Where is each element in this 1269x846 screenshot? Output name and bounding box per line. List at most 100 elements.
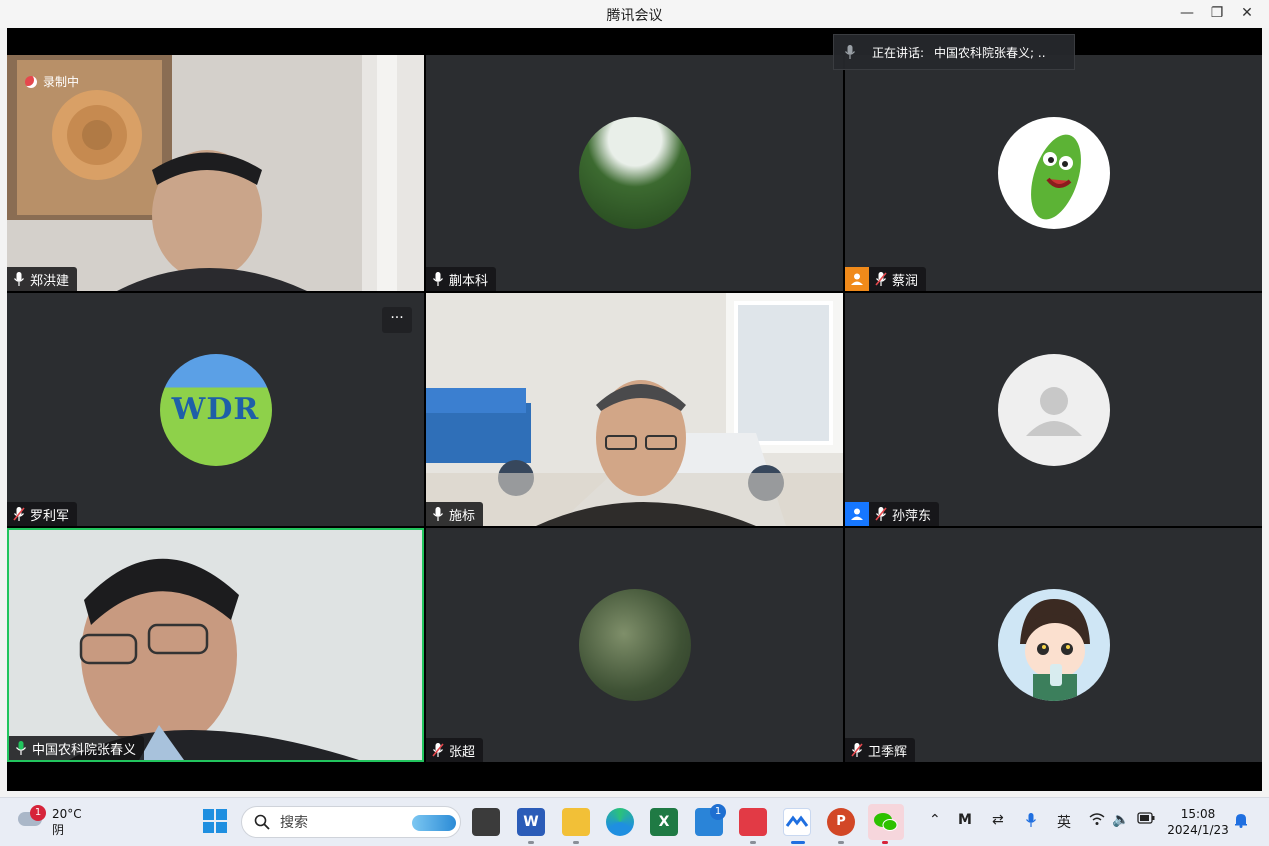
- battery-icon[interactable]: [1137, 812, 1155, 828]
- mic-icon: [844, 45, 856, 59]
- mic-speaking-icon: [15, 741, 27, 755]
- participant-name: 蒯本科: [449, 273, 489, 289]
- cucumber-icon: [1030, 134, 1081, 220]
- powerpoint-icon[interactable]: P: [827, 808, 855, 836]
- avatar-wdr-text: WDR: [171, 391, 260, 427]
- avatar-leaves: [578, 589, 691, 701]
- running-indicator: [528, 841, 534, 844]
- participant-name: 施标: [449, 508, 476, 524]
- title-bar: 腾讯会议 — ❐ ✕: [0, 0, 1269, 28]
- recording-indicator: 录制中: [25, 73, 79, 90]
- participant-name: 蔡润: [892, 273, 919, 289]
- speaking-indicator: 正在讲话: 中国农科院张春义; ..: [833, 34, 1075, 70]
- video-tile-3[interactable]: 蔡润: [845, 55, 1262, 291]
- mic-tray-icon[interactable]: [1025, 812, 1037, 832]
- nametag: 孙萍东: [845, 502, 940, 526]
- wifi-icon[interactable]: [1089, 812, 1105, 830]
- video-grid: 录制中 郑洪建 蒯本科 蔡润 ··· WDR 罗利军 施标 孙萍东 中国农科院张…: [7, 28, 1262, 791]
- tray-app-icon[interactable]: M: [958, 812, 972, 828]
- word-icon[interactable]: W: [517, 808, 545, 836]
- recording-icon: [25, 75, 37, 88]
- clock-time: 15:08: [1180, 807, 1216, 821]
- wechat-icon[interactable]: [868, 804, 904, 840]
- participant-name: 张超: [449, 744, 476, 760]
- avatar-wdr: WDR: [159, 353, 272, 466]
- notification-bell-icon[interactable]: [1234, 812, 1248, 832]
- weather-widget[interactable]: 1 20°C 阴: [18, 805, 82, 838]
- settings-sliders-icon[interactable]: ⇄: [992, 812, 1004, 828]
- weather-temp: 20°C: [52, 807, 82, 821]
- video-tile-9[interactable]: 卫季辉: [845, 528, 1262, 762]
- mic-icon: [432, 507, 444, 521]
- search-icon: [254, 814, 270, 830]
- video-tile-4[interactable]: ··· WDR 罗利军: [7, 293, 424, 526]
- clock-date: 2024/1/23: [1167, 823, 1229, 837]
- running-indicator: [838, 841, 844, 844]
- avatar-cartoon: [997, 589, 1110, 701]
- taskbar: 1 20°C 阴 搜索 W X 1 P ⌃ M ⇄ 英 🔈 15:08 2024…: [0, 797, 1269, 846]
- huawei-appgallery-icon[interactable]: [739, 808, 767, 836]
- avatar-default: [997, 353, 1110, 466]
- participant-name: 罗利军: [30, 508, 70, 524]
- participant-video-7: [9, 530, 422, 760]
- excel-icon[interactable]: X: [650, 808, 678, 836]
- running-indicator: [882, 841, 888, 844]
- mic-muted-icon: [13, 507, 25, 521]
- mic-muted-icon: [432, 743, 444, 757]
- edge-icon[interactable]: [606, 808, 634, 836]
- nametag: 蔡润: [845, 267, 927, 291]
- search-box[interactable]: 搜索: [241, 806, 461, 838]
- nametag: 中国农科院张春义: [9, 736, 145, 760]
- video-tile-8[interactable]: 张超: [426, 528, 843, 762]
- active-indicator: [791, 841, 805, 844]
- user-badge-icon: [845, 267, 869, 291]
- restore-button[interactable]: ❐: [1202, 2, 1232, 24]
- chevron-up-icon[interactable]: ⌃: [929, 812, 941, 828]
- video-tile-6[interactable]: 孙萍东: [845, 293, 1262, 526]
- recording-label: 录制中: [43, 75, 80, 89]
- mail-badge: 1: [710, 804, 726, 820]
- participant-name: 孙萍东: [892, 508, 932, 524]
- nametag: 张超: [426, 738, 484, 762]
- minimize-button[interactable]: —: [1172, 2, 1202, 24]
- running-indicator: [573, 841, 579, 844]
- mic-muted-icon: [851, 743, 863, 757]
- avatar-cucumber: [997, 117, 1110, 229]
- video-tile-7-active-speaker[interactable]: 中国农科院张春义: [7, 528, 424, 762]
- ime-indicator[interactable]: 英: [1057, 812, 1071, 832]
- participant-video-5: [426, 293, 843, 526]
- weather-desc: 阴: [52, 823, 65, 837]
- speaking-name: 中国农科院张春义; ..: [934, 45, 1046, 60]
- mic-muted-icon: [875, 272, 887, 286]
- nametag: 郑洪建: [7, 267, 78, 291]
- windows-start-icon[interactable]: [202, 808, 230, 836]
- weather-badge: 1: [30, 805, 46, 821]
- nametag: 施标: [426, 502, 484, 526]
- search-placeholder: 搜索: [280, 815, 308, 831]
- running-indicator: [750, 841, 756, 844]
- video-tile-1[interactable]: 录制中 郑洪建: [7, 55, 424, 291]
- participant-name: 郑洪建: [30, 273, 70, 289]
- participant-name: 卫季辉: [868, 744, 908, 760]
- default-user-icon: [1025, 386, 1082, 436]
- file-explorer-icon[interactable]: [562, 808, 590, 836]
- task-view-icon[interactable]: [472, 808, 500, 836]
- tencent-meeting-icon[interactable]: [783, 808, 811, 836]
- volume-icon[interactable]: 🔈: [1112, 812, 1129, 828]
- mic-icon: [13, 272, 25, 286]
- video-tile-2[interactable]: 蒯本科: [426, 55, 843, 291]
- video-tile-5[interactable]: 施标: [426, 293, 843, 526]
- close-button[interactable]: ✕: [1232, 2, 1262, 24]
- search-highlight-icon: [412, 815, 456, 831]
- user-badge-icon: [845, 502, 869, 526]
- window-title: 腾讯会议: [606, 8, 663, 24]
- nametag: 罗利军: [7, 502, 78, 526]
- system-clock[interactable]: 15:08 2024/1/23: [1166, 806, 1230, 838]
- avatar-forest: [578, 117, 691, 229]
- nametag: 卫季辉: [845, 738, 916, 762]
- mic-muted-icon: [875, 507, 887, 521]
- cartoon-boy-icon: [1019, 599, 1090, 701]
- speaking-label: 正在讲话:: [872, 45, 925, 60]
- more-options-button[interactable]: ···: [382, 307, 412, 333]
- participant-name: 中国农科院张春义: [32, 742, 137, 758]
